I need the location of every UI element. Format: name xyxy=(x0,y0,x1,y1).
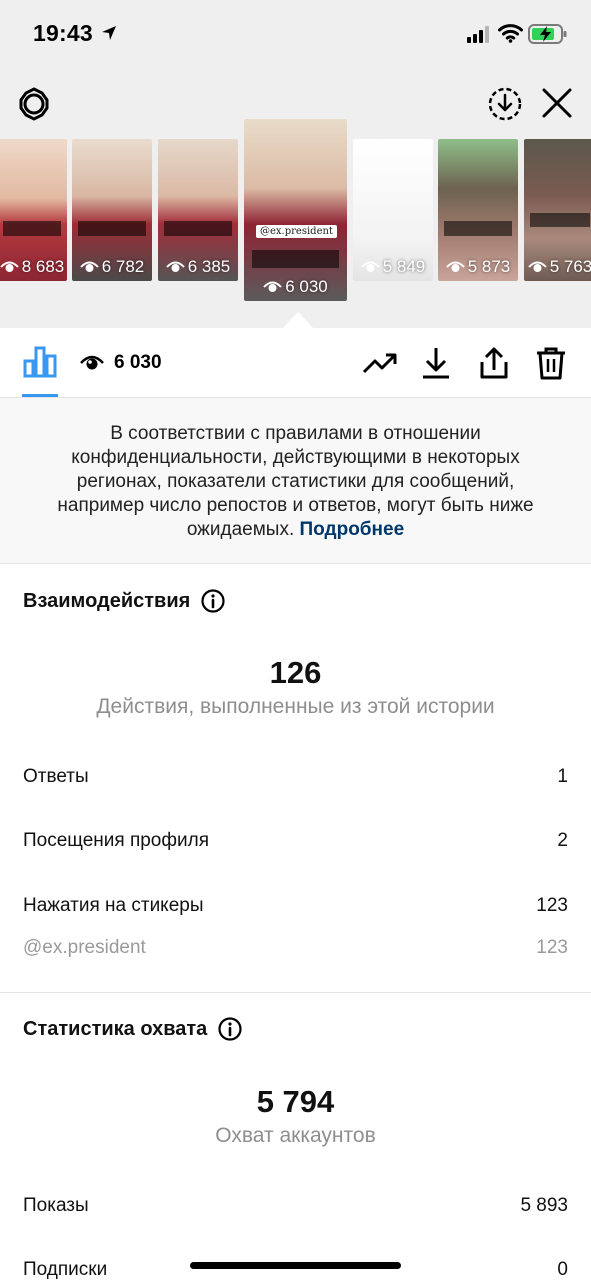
active-tab-indicator xyxy=(22,394,58,397)
stat-value: 0 xyxy=(557,1259,568,1280)
stat-row-replies: Ответы 1 xyxy=(23,762,568,792)
reach-caption: Охват аккаунтов xyxy=(215,1124,376,1147)
download-icon[interactable] xyxy=(420,346,452,380)
views-count: 6 030 xyxy=(114,352,162,373)
interactions-caption: Действия, выполненные из этой истории xyxy=(96,695,495,718)
eye-icon xyxy=(527,261,547,272)
notice-body: В соответствии с правилами в отношении к… xyxy=(57,423,534,540)
reach-title-text: Статистика охвата xyxy=(23,1017,208,1040)
notice-text: В соответствии с правилами в отношении к… xyxy=(40,422,551,542)
status-bar: 19:43 xyxy=(0,0,591,70)
location-arrow-icon xyxy=(102,26,116,40)
mention-sticker: @ex.president xyxy=(256,225,337,238)
stat-value: 123 xyxy=(536,937,568,958)
eye-icon xyxy=(165,261,185,272)
info-icon[interactable] xyxy=(201,589,225,613)
home-indicator xyxy=(190,1262,401,1269)
story-thumbnail[interactable]: 6 782 xyxy=(72,139,152,281)
story-thumbnail[interactable]: 6 385 xyxy=(158,139,238,281)
close-icon[interactable] xyxy=(540,86,574,120)
eye-icon xyxy=(445,261,465,272)
wifi-icon xyxy=(498,24,523,43)
thumbnail-views: 5 873 xyxy=(467,257,511,276)
save-story-icon[interactable] xyxy=(487,86,523,122)
thumbnail-views: 5 849 xyxy=(382,257,426,276)
trending-icon[interactable] xyxy=(361,346,399,380)
interactions-title-text: Взаимодействия xyxy=(23,589,191,612)
settings-gear-icon[interactable] xyxy=(16,86,52,122)
story-thumbnail[interactable]: 5 873 xyxy=(438,139,518,281)
stat-label: Нажатия на стикеры xyxy=(23,895,204,916)
stat-label: Показы xyxy=(23,1195,89,1216)
privacy-notice: В соответствии с правилами в отношении к… xyxy=(0,398,591,564)
stat-value: 1 xyxy=(557,766,568,787)
stat-label: @ex.president xyxy=(23,937,146,958)
stat-row-profile-visits: Посещения профиля 2 xyxy=(23,826,568,856)
story-thumbnails-strip: 8 683 6 782 6 385 @ex.president 6 030 5 … xyxy=(0,70,591,328)
stat-row-sticker-taps: Нажатия на стикеры 123 xyxy=(23,891,568,921)
cellular-signal-icon xyxy=(467,26,489,43)
story-toolbar: 6 030 xyxy=(0,328,591,398)
stat-value: 2 xyxy=(557,830,568,851)
selected-pointer xyxy=(283,312,313,328)
reach-title: Статистика охвата xyxy=(23,1017,242,1041)
thumbnail-views: 5 763 xyxy=(549,257,591,276)
stat-row-mention-sticker: @ex.president 123 xyxy=(23,933,568,963)
info-icon[interactable] xyxy=(218,1017,242,1041)
eye-icon xyxy=(80,355,104,370)
story-thumbnail[interactable]: 8 683 xyxy=(0,139,67,281)
battery-charging-icon xyxy=(528,24,567,44)
interactions-total: 126 xyxy=(269,655,322,690)
stat-label: Ответы xyxy=(23,766,89,787)
thumbnail-views: 8 683 xyxy=(21,257,65,276)
interactions-title: Взаимодействия xyxy=(23,589,225,613)
eye-icon xyxy=(360,261,380,272)
thumbnail-views: 6 385 xyxy=(187,257,231,276)
stat-value: 5 893 xyxy=(520,1195,568,1216)
stat-label: Подписки xyxy=(23,1259,108,1280)
thumbnail-views: 6 782 xyxy=(101,257,145,276)
reach-total: 5 794 xyxy=(256,1084,335,1119)
thumbnail-views: 6 030 xyxy=(285,277,328,296)
insights-bar-chart-icon[interactable] xyxy=(22,344,58,380)
status-time: 19:43 xyxy=(33,20,93,46)
story-thumbnail[interactable]: 5 849 xyxy=(353,139,433,281)
share-icon[interactable] xyxy=(478,346,510,380)
trash-icon[interactable] xyxy=(535,346,567,380)
stat-row-impressions: Показы 5 893 xyxy=(23,1191,568,1221)
stat-value: 123 xyxy=(536,895,568,916)
eye-icon xyxy=(263,281,282,292)
story-thumbnail[interactable]: 5 763 xyxy=(524,139,591,281)
stat-label: Посещения профиля xyxy=(23,830,209,851)
section-divider xyxy=(0,992,591,993)
learn-more-link[interactable]: Подробнее xyxy=(300,519,405,540)
story-thumbnail-selected[interactable]: @ex.president 6 030 xyxy=(244,119,347,301)
eye-icon xyxy=(0,261,19,272)
eye-icon xyxy=(79,261,99,272)
